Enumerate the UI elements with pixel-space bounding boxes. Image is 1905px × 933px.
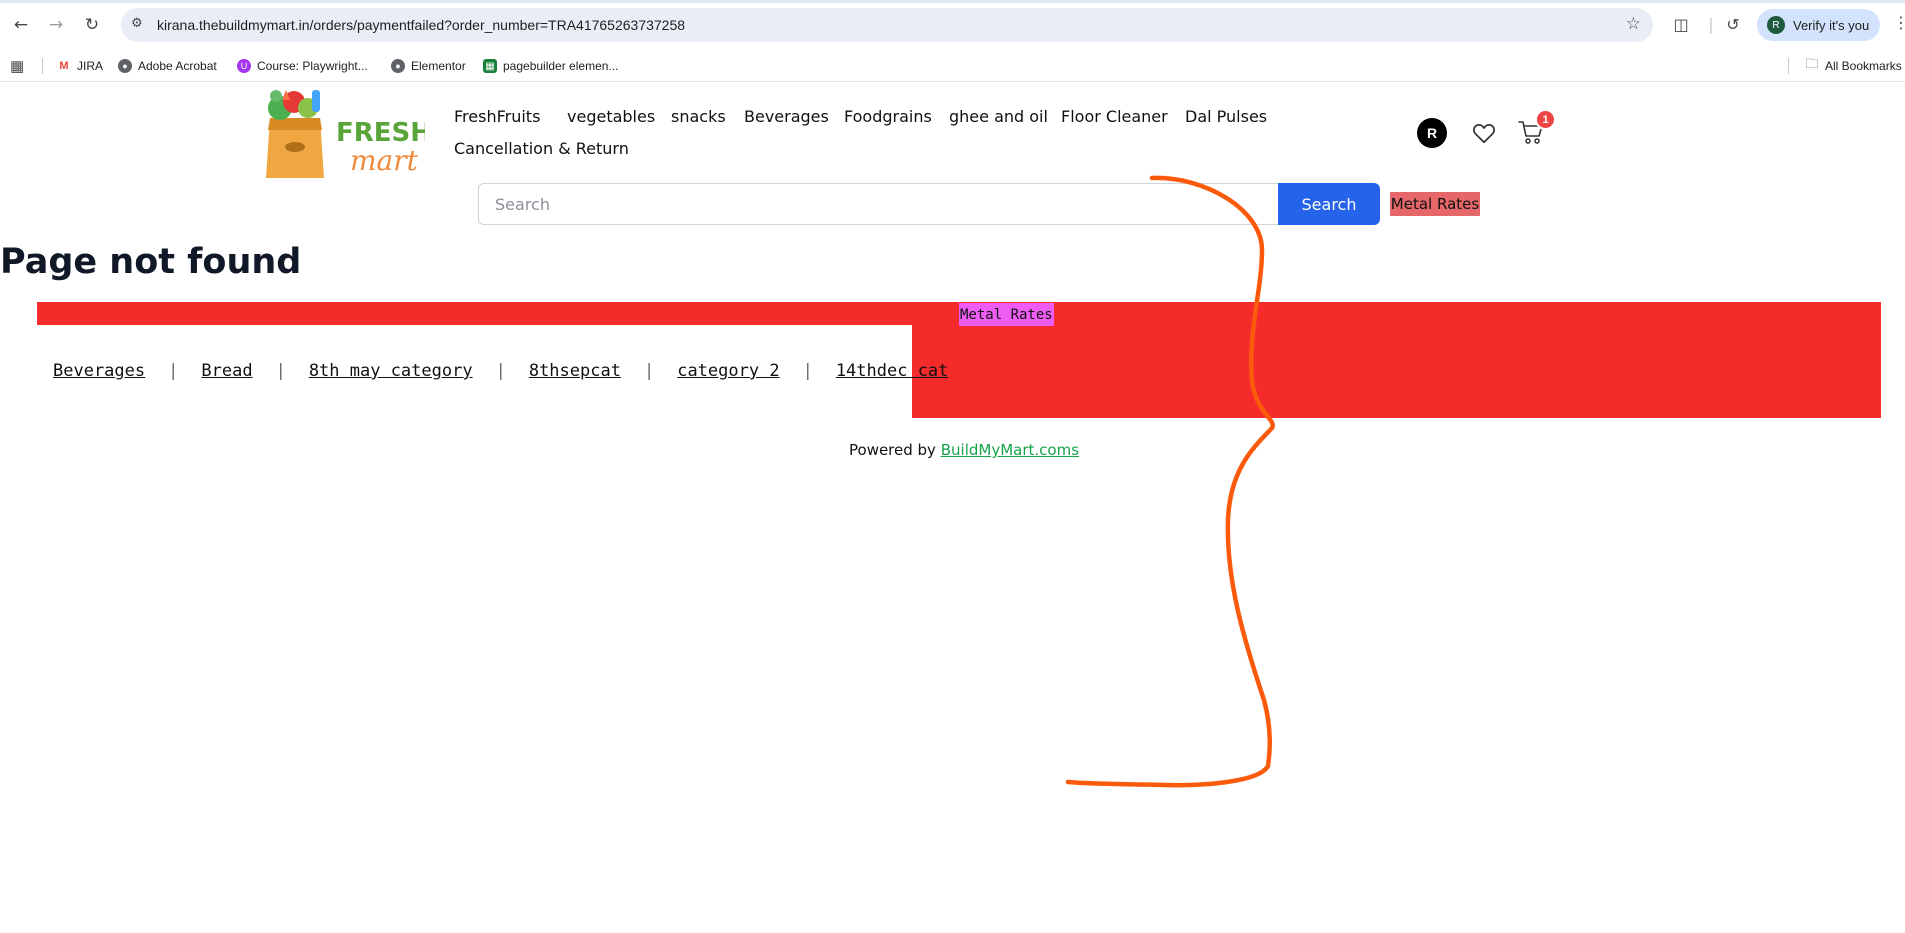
category-link-8th-may-category[interactable]: 8th may category	[309, 361, 473, 381]
nav-cancellation-return[interactable]: Cancellation & Return	[454, 139, 629, 158]
bookmark-adobe-acrobat[interactable]: ● Adobe Acrobat	[118, 55, 217, 77]
bookmark-star-icon[interactable]: ☆	[1626, 14, 1641, 34]
bookmark-pagebuilder[interactable]: ▦ pagebuilder elemen...	[483, 55, 618, 77]
nav-freshfruits[interactable]: FreshFruits	[454, 107, 540, 126]
powered-by-footer: Powered by BuildMyMart.coms	[849, 441, 1079, 459]
sheets-icon: ▦	[483, 59, 497, 73]
globe-icon: ●	[391, 59, 405, 73]
category-link-beverages[interactable]: Beverages	[53, 361, 145, 381]
course-icon: U	[237, 59, 251, 73]
bookmarks-divider	[42, 58, 43, 74]
category-separator: |	[275, 361, 286, 381]
globe-icon: ●	[118, 59, 132, 73]
url-text[interactable]: kirana.thebuildmymart.in/orders/paymentf…	[157, 17, 685, 33]
nav-dal-pulses[interactable]: Dal Pulses	[1185, 107, 1267, 126]
profile-avatar: R	[1767, 16, 1785, 34]
category-separator: |	[168, 361, 179, 381]
forward-icon[interactable]: →	[43, 12, 69, 38]
bookmark-label: JIRA	[77, 59, 104, 73]
site-info-icon[interactable]: ⚙	[131, 16, 143, 31]
bookmark-label: Course: Playwright...	[257, 59, 368, 73]
nav-beverages[interactable]: Beverages	[744, 107, 829, 126]
address-bar[interactable]: ⚙ kirana.thebuildmymart.in/orders/paymen…	[121, 8, 1653, 42]
tab-strip-edge	[0, 0, 1905, 3]
category-separator: |	[802, 361, 813, 381]
nav-vegetables[interactable]: vegetables	[567, 107, 655, 126]
bookmarks-bar: ▦ M JIRA ● Adobe Acrobat U Course: Playw…	[0, 49, 1905, 82]
category-link-14thdec-cat[interactable]: 14thdec cat	[836, 361, 949, 381]
nav-foodgrains[interactable]: Foodgrains	[844, 107, 932, 126]
category-links: Beverages | Bread | 8th may category | 8…	[53, 361, 948, 381]
metal-rates-header-link[interactable]: Metal Rates	[1390, 192, 1480, 216]
bookmark-elementor[interactable]: ● Elementor	[391, 55, 466, 77]
bookmark-course-playwright[interactable]: U Course: Playwright...	[237, 55, 368, 77]
all-bookmarks[interactable]: 🗀 All Bookmarks	[1805, 55, 1902, 77]
search-button[interactable]: Search	[1278, 183, 1380, 225]
back-icon[interactable]: ←	[8, 12, 34, 38]
profile-button[interactable]: R Verify it's you	[1757, 9, 1880, 41]
nav-ghee-and-oil[interactable]: ghee and oil	[949, 107, 1048, 126]
page-title: Page not found	[0, 242, 302, 282]
logo-text-mart: mart	[350, 144, 419, 177]
profile-label: Verify it's you	[1793, 17, 1870, 33]
all-bookmarks-label: All Bookmarks	[1825, 59, 1902, 73]
powered-by-label: Powered by	[849, 441, 936, 459]
category-link-8thsepcat[interactable]: 8thsepcat	[529, 361, 621, 381]
nav-floor-cleaner[interactable]: Floor Cleaner	[1061, 107, 1168, 126]
category-separator: |	[643, 361, 655, 381]
metal-rates-banner-block	[912, 325, 1881, 418]
gmail-icon: M	[59, 60, 69, 72]
bookmark-label: Adobe Acrobat	[138, 59, 217, 73]
wishlist-heart-icon[interactable]	[1471, 120, 1497, 146]
extensions-icon[interactable]: ◫	[1669, 12, 1693, 36]
category-link-category-2[interactable]: category 2	[677, 361, 779, 381]
account-avatar[interactable]: R	[1417, 118, 1447, 148]
browser-toolbar: ← → ↻ ⚙ kirana.thebuildmymart.in/orders/…	[0, 0, 1905, 49]
folder-icon: 🗀	[1805, 56, 1819, 71]
sync-icon[interactable]: ↺	[1721, 12, 1745, 36]
reload-icon[interactable]: ↻	[79, 12, 105, 38]
buildmymart-link[interactable]: BuildMyMart.coms	[941, 441, 1079, 459]
bookmark-label: pagebuilder elemen...	[503, 59, 619, 73]
bookmark-jira[interactable]: M JIRA	[57, 55, 103, 77]
fresh-mart-logo[interactable]: FRESH mart	[250, 86, 425, 180]
bookmark-label: Elementor	[411, 59, 466, 73]
browser-menu-icon[interactable]: ⋮	[1893, 13, 1905, 32]
nav-snacks[interactable]: snacks	[671, 107, 726, 126]
apps-grid-icon[interactable]: ▦	[10, 55, 24, 77]
bookmarks-divider	[1788, 58, 1789, 74]
category-separator: |	[495, 361, 506, 381]
search-input[interactable]	[478, 183, 1280, 225]
toolbar-divider: |	[1708, 14, 1714, 34]
category-link-bread[interactable]: Bread	[201, 361, 252, 381]
metal-rates-banner-label[interactable]: Metal Rates	[959, 303, 1054, 326]
cart-count-badge: 1	[1535, 109, 1556, 130]
